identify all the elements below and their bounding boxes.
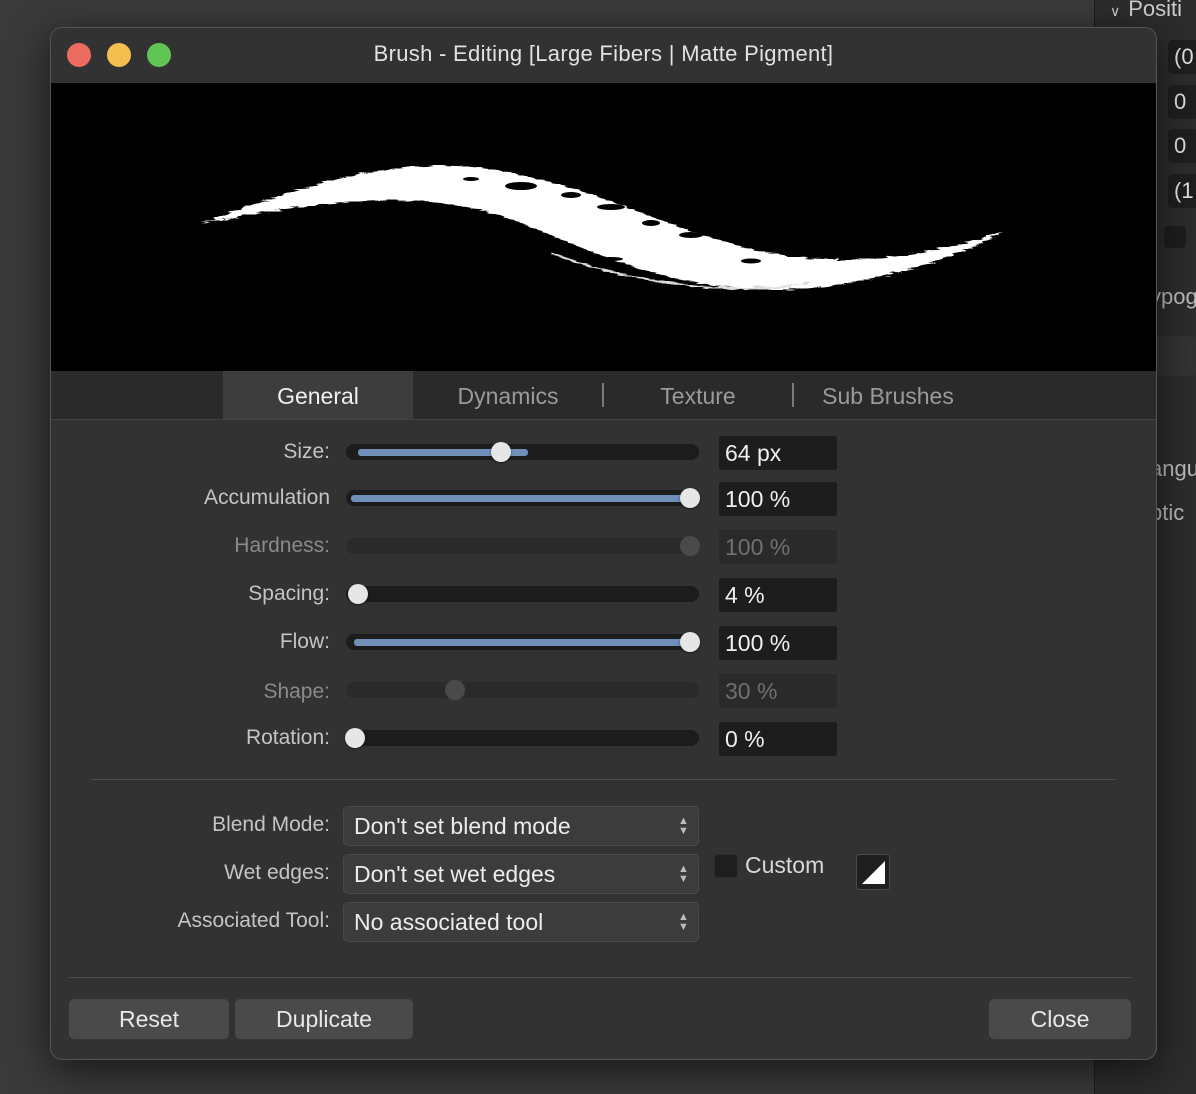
flow-slider[interactable] bbox=[346, 632, 700, 652]
accumulation-label: Accumulation bbox=[203, 486, 330, 509]
background-field[interactable]: (0 bbox=[1168, 40, 1196, 74]
flow-slider-fill bbox=[354, 639, 683, 646]
custom-label: Custom bbox=[745, 852, 825, 878]
section-divider bbox=[91, 779, 1116, 780]
spacing-label: Spacing: bbox=[248, 582, 330, 605]
up-down-chevron-icon: ▲ ▼ bbox=[678, 911, 689, 933]
accumulation-slider-knob[interactable] bbox=[680, 488, 700, 508]
flow-label: Flow: bbox=[279, 630, 330, 653]
background-field[interactable]: 0 bbox=[1168, 129, 1196, 163]
reset-button[interactable]: Reset bbox=[69, 999, 229, 1039]
rotation-value-field[interactable]: 0 % bbox=[719, 722, 837, 756]
duplicate-button[interactable]: Duplicate bbox=[235, 999, 413, 1039]
up-down-chevron-icon: ▲ ▼ bbox=[678, 815, 689, 837]
shape-slider bbox=[346, 680, 699, 700]
blend-mode-value: Don't set blend mode bbox=[354, 813, 571, 839]
dialog-title: Brush - Editing [Large Fibers | Matte Pi… bbox=[373, 41, 834, 66]
chevron-down-icon: ∨ bbox=[1110, 3, 1121, 19]
hardness-label: Hardness: bbox=[234, 534, 330, 557]
custom-checkbox[interactable] bbox=[714, 854, 738, 878]
size-value-field[interactable]: 64 px bbox=[719, 436, 837, 470]
rotation-slider-knob[interactable] bbox=[345, 728, 365, 748]
hardness-slider-knob bbox=[680, 536, 700, 556]
close-button[interactable]: Close bbox=[989, 999, 1131, 1039]
accumulation-slider[interactable] bbox=[346, 488, 700, 508]
spacing-slider[interactable] bbox=[346, 584, 699, 604]
background-field[interactable]: (1 bbox=[1168, 174, 1196, 208]
hardness-slider bbox=[346, 536, 700, 556]
shape-label: Shape: bbox=[263, 680, 330, 703]
accumulation-value-field[interactable]: 100 % bbox=[719, 482, 837, 516]
wet-edges-label: Wet edges: bbox=[224, 861, 330, 884]
title-bar[interactable]: Brush - Editing [Large Fibers | Matte Pi… bbox=[51, 28, 1156, 83]
flow-value-field[interactable]: 100 % bbox=[719, 626, 837, 660]
tab-bar: General Dynamics Texture Sub Brushes bbox=[51, 371, 1156, 420]
associated-tool-select[interactable]: No associated tool ▲ ▼ bbox=[343, 902, 699, 942]
spacing-slider-knob[interactable] bbox=[348, 584, 368, 604]
blend-mode-select[interactable]: Don't set blend mode ▲ ▼ bbox=[343, 806, 699, 846]
rotation-slider[interactable] bbox=[345, 728, 699, 748]
tab-texture[interactable]: Texture bbox=[603, 371, 793, 419]
background-section-heading[interactable]: ∨ Positi bbox=[1110, 0, 1182, 22]
background-checkbox[interactable] bbox=[1164, 226, 1186, 248]
associated-tool-value: No associated tool bbox=[354, 909, 544, 935]
shape-value-field: 30 % bbox=[719, 674, 837, 708]
background-button[interactable] bbox=[1192, 336, 1196, 376]
flow-slider-knob[interactable] bbox=[680, 632, 700, 652]
wet-edges-select[interactable]: Don't set wet edges ▲ ▼ bbox=[343, 854, 699, 894]
size-slider-knob[interactable] bbox=[491, 442, 511, 462]
rotation-label: Rotation: bbox=[245, 726, 330, 749]
tab-general[interactable]: General bbox=[223, 371, 413, 419]
brush-editor-dialog: Brush - Editing [Large Fibers | Matte Pi… bbox=[50, 27, 1157, 1060]
hardness-value-field: 100 % bbox=[719, 530, 837, 564]
accumulation-slider-fill bbox=[351, 495, 683, 502]
footer-divider bbox=[69, 977, 1131, 978]
wet-edges-curve-button[interactable] bbox=[856, 854, 890, 890]
shape-slider-knob bbox=[445, 680, 465, 700]
curve-ramp-icon bbox=[862, 861, 885, 884]
background-field[interactable]: 0 bbox=[1168, 85, 1196, 119]
associated-tool-label: Associated Tool: bbox=[177, 909, 330, 932]
size-slider[interactable] bbox=[346, 442, 699, 462]
tab-sub-brushes[interactable]: Sub Brushes bbox=[793, 371, 983, 419]
brush-stroke-image bbox=[201, 165, 1006, 290]
brush-stroke-preview bbox=[51, 83, 1156, 371]
blend-mode-label: Blend Mode: bbox=[212, 813, 330, 836]
spacing-value-field[interactable]: 4 % bbox=[719, 578, 837, 612]
size-label: Size: bbox=[283, 440, 330, 463]
up-down-chevron-icon: ▲ ▼ bbox=[678, 863, 689, 885]
wet-edges-value: Don't set wet edges bbox=[354, 861, 556, 887]
tab-dynamics[interactable]: Dynamics bbox=[413, 371, 603, 419]
